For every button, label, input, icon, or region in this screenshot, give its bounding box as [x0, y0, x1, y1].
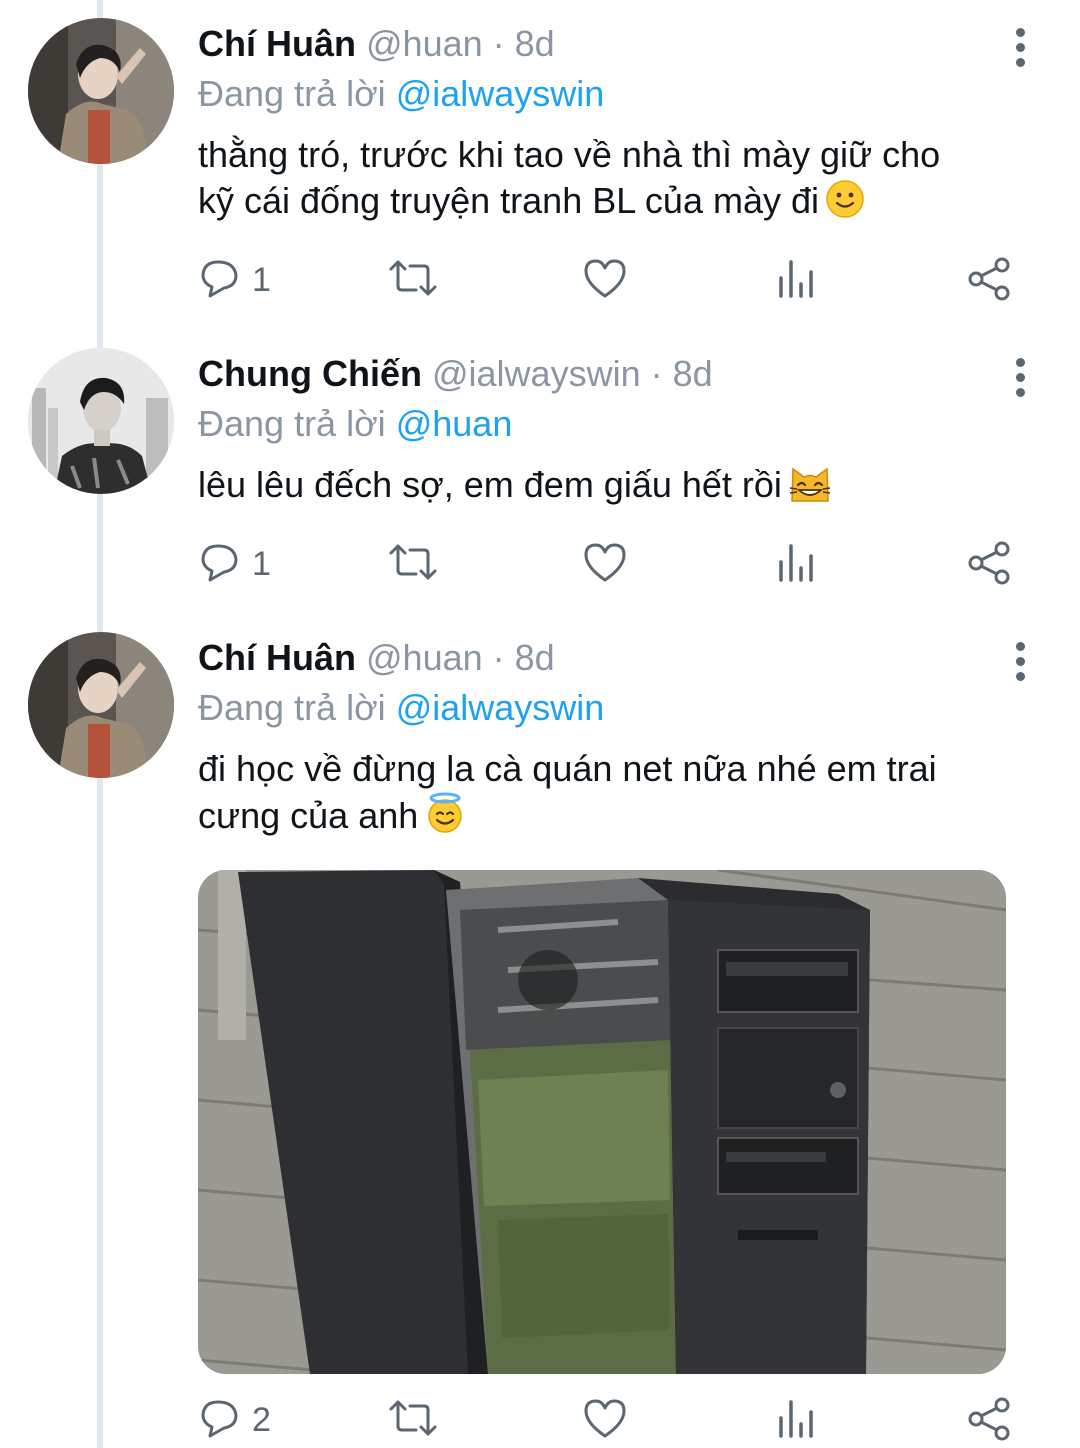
share-button[interactable] — [966, 1396, 1012, 1446]
like-button[interactable] — [582, 540, 628, 590]
replying-to: Đang trả lời @ialwayswin — [198, 686, 604, 730]
avatar[interactable] — [28, 18, 174, 164]
mention-link[interactable]: @ialwayswin — [396, 73, 605, 114]
action-bar: 1 — [0, 256, 1080, 306]
handle[interactable]: @huan — [366, 637, 483, 678]
share-button[interactable] — [966, 256, 1012, 306]
replying-prefix: Đang trả lời — [198, 687, 386, 728]
like-button[interactable] — [582, 1396, 628, 1446]
heart-icon — [584, 1399, 626, 1438]
reply-button[interactable]: 1 — [198, 256, 278, 306]
retweet-icon — [389, 544, 437, 580]
tweet-text: thằng tró, trước khi tao về nhà thì mày … — [198, 132, 1018, 230]
action-bar: 1 — [0, 540, 1080, 590]
analytics-icon — [779, 1400, 813, 1438]
retweet-icon — [389, 1400, 437, 1436]
replying-to: Đang trả lời @ialwayswin — [198, 72, 604, 116]
mention-link[interactable]: @ialwayswin — [396, 687, 605, 728]
avatar[interactable] — [28, 348, 174, 494]
reply-icon — [201, 1400, 238, 1438]
handle[interactable]: @huan — [366, 23, 483, 64]
tweet-text: lêu lêu đếch sợ, em đem giấu hết rồi — [198, 462, 1018, 514]
replying-to: Đang trả lời @huan — [198, 402, 512, 446]
reply-icon — [201, 260, 238, 298]
analytics-icon — [779, 260, 813, 298]
tweet-text-line: kỹ cái đống truyện tranh BL của mày đi — [198, 180, 819, 221]
timestamp[interactable]: · 8d — [493, 23, 555, 64]
reply-count: 1 — [252, 261, 271, 299]
photo-open-pc-case-with-ammo-box — [198, 870, 1006, 1374]
display-name[interactable]: Chí Huân — [198, 23, 356, 64]
slightly-smiling-face-emoji — [825, 179, 865, 230]
like-button[interactable] — [582, 256, 628, 306]
retweet-button[interactable] — [388, 540, 438, 590]
tweet-text-line: đi học về đừng la cà quán net nữa nhé em… — [198, 748, 937, 789]
retweet-button[interactable] — [388, 1396, 438, 1446]
avatar[interactable] — [28, 632, 174, 778]
tweet-header: Chung Chiến @ialwayswin · 8d — [198, 352, 713, 396]
timestamp[interactable]: · 8d — [651, 353, 713, 394]
more-vertical-icon[interactable] — [1004, 26, 1038, 70]
handle[interactable]: @ialwayswin — [432, 353, 641, 394]
action-bar: 2 — [0, 1396, 1080, 1446]
smiling-face-with-halo-emoji — [424, 792, 466, 845]
tweet-text-line: cưng của anh — [198, 795, 419, 836]
share-icon — [968, 257, 1010, 301]
tweet-text-line: lêu lêu đếch sợ, em đem giấu hết rồi — [198, 464, 782, 505]
more-vertical-icon[interactable] — [1004, 356, 1038, 400]
share-icon — [968, 1397, 1010, 1441]
tweet-text-line: thằng tró, trước khi tao về nhà thì mày … — [198, 134, 941, 175]
tweet-text: đi học về đừng la cà quán net nữa nhé em… — [198, 746, 1018, 845]
reply-count: 2 — [252, 1401, 271, 1439]
retweet-button[interactable] — [388, 256, 438, 306]
more-vertical-icon[interactable] — [1004, 640, 1038, 684]
analytics-button[interactable] — [776, 540, 816, 590]
reply-button[interactable]: 2 — [198, 1396, 278, 1446]
reply-button[interactable]: 1 — [198, 540, 278, 590]
display-name[interactable]: Chung Chiến — [198, 353, 422, 394]
heart-icon — [584, 259, 626, 298]
tweet[interactable]: Chí Huân @huan · 8d Đang trả lời @ialway… — [0, 0, 1080, 330]
retweet-icon — [389, 260, 437, 296]
mention-link[interactable]: @huan — [396, 403, 513, 444]
analytics-button[interactable] — [776, 1396, 816, 1446]
display-name[interactable]: Chí Huân — [198, 637, 356, 678]
analytics-button[interactable] — [776, 256, 816, 306]
tweet-photo[interactable] — [198, 870, 1006, 1374]
grinning-cat-emoji — [788, 463, 832, 514]
timestamp[interactable]: · 8d — [493, 637, 555, 678]
share-icon — [968, 541, 1010, 585]
reply-count: 1 — [252, 545, 271, 583]
tweet-header: Chí Huân @huan · 8d — [198, 636, 555, 680]
analytics-icon — [779, 544, 813, 582]
tweet[interactable]: Chí Huân @huan · 8d Đang trả lời @ialway… — [0, 614, 1080, 1448]
reply-icon — [201, 544, 238, 582]
share-button[interactable] — [966, 540, 1012, 590]
replying-prefix: Đang trả lời — [198, 403, 386, 444]
tweet[interactable]: Chung Chiến @ialwayswin · 8d Đang trả lờ… — [0, 330, 1080, 620]
tweet-header: Chí Huân @huan · 8d — [198, 22, 555, 66]
heart-icon — [584, 543, 626, 582]
replying-prefix: Đang trả lời — [198, 73, 386, 114]
